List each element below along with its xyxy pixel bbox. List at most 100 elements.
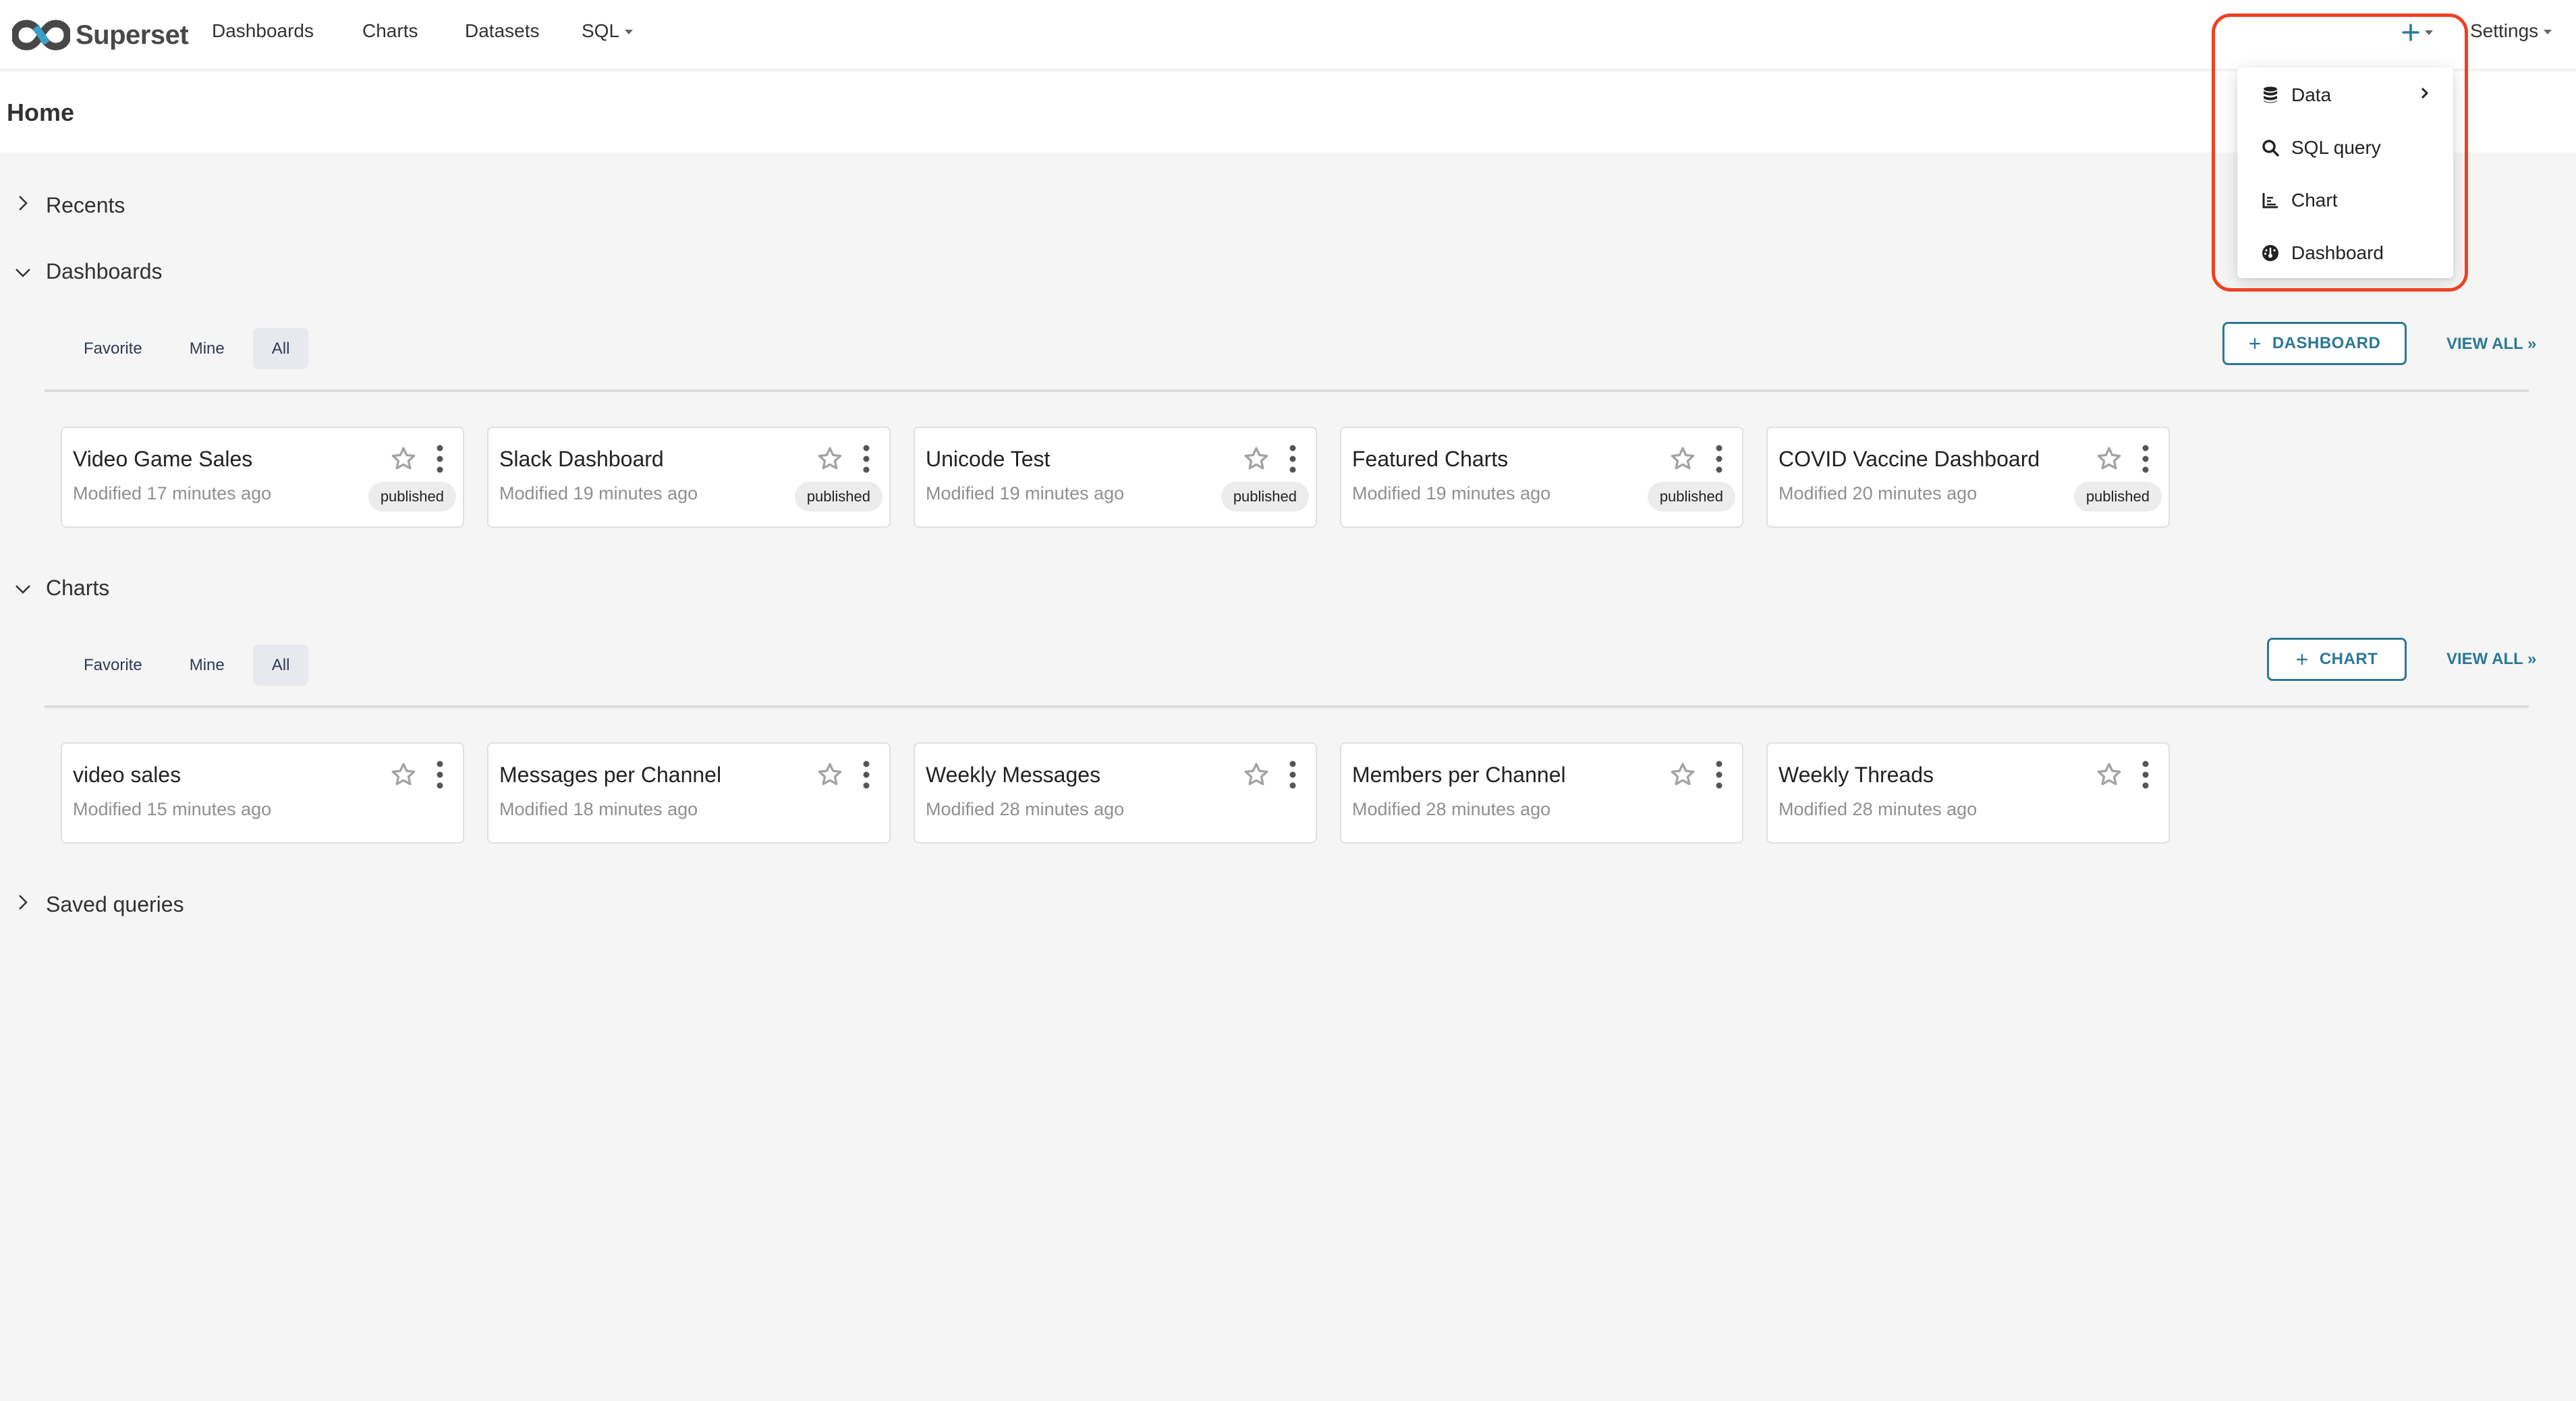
add-chart-button[interactable]: + CHART bbox=[2267, 638, 2407, 681]
card-modified-time: Modified 28 minutes ago bbox=[926, 799, 1125, 819]
nav-charts[interactable]: Charts bbox=[362, 20, 418, 42]
recents-label: Recents bbox=[46, 193, 125, 217]
dashboard-card[interactable]: Slack Dashboard Modified 19 minutes ago pu… bbox=[487, 427, 891, 528]
card-modified-time: Modified 15 minutes ago bbox=[73, 799, 272, 819]
menu-item-dashboard[interactable]: Dashboard bbox=[2237, 227, 2453, 279]
star-icon[interactable] bbox=[390, 761, 417, 788]
tab-mine[interactable]: Mine bbox=[171, 644, 244, 686]
tab-favorite[interactable]: Favorite bbox=[65, 328, 161, 369]
dashboards-section-header[interactable]: Dashboards bbox=[13, 259, 163, 284]
dashboards-divider bbox=[45, 389, 2529, 392]
card-modified-time: Modified 19 minutes ago bbox=[499, 483, 698, 503]
search-icon bbox=[2262, 139, 2279, 157]
more-vertical-icon[interactable] bbox=[1287, 443, 1298, 475]
more-vertical-icon[interactable] bbox=[435, 759, 445, 791]
chart-card[interactable]: Messages per Channel Modified 18 minutes … bbox=[487, 742, 891, 844]
chevron-down-icon bbox=[13, 578, 32, 599]
card-title[interactable]: COVID Vaccine Dashboard bbox=[1779, 447, 2040, 472]
more-vertical-icon[interactable] bbox=[2140, 759, 2151, 791]
settings-menu[interactable]: Settings bbox=[2470, 20, 2552, 42]
database-icon bbox=[2262, 86, 2279, 104]
dashboard-card[interactable]: Featured Charts Modified 19 minutes ago pu… bbox=[1340, 427, 1743, 528]
superset-logo[interactable]: Superset bbox=[12, 15, 189, 55]
status-badge: published bbox=[1647, 482, 1735, 512]
dashboard-card[interactable]: Unicode Test Modified 19 minutes ago publi… bbox=[914, 427, 1317, 528]
more-vertical-icon[interactable] bbox=[861, 759, 872, 791]
chevron-right-icon bbox=[13, 894, 32, 915]
chart-card[interactable]: video sales Modified 15 minutes ago bbox=[61, 742, 464, 844]
star-icon[interactable] bbox=[816, 445, 843, 472]
dashboards-label: Dashboards bbox=[46, 259, 163, 283]
caret-down-icon bbox=[2544, 30, 2552, 35]
more-vertical-icon[interactable] bbox=[1714, 759, 1725, 791]
card-title[interactable]: Messages per Channel bbox=[499, 763, 721, 788]
more-vertical-icon[interactable] bbox=[2140, 443, 2151, 475]
menu-item-data[interactable]: Data bbox=[2237, 69, 2453, 121]
dashboards-filter-tabs: Favorite Mine All bbox=[65, 328, 318, 369]
recents-section-header[interactable]: Recents bbox=[13, 193, 125, 218]
card-modified-time: Modified 18 minutes ago bbox=[499, 799, 698, 819]
add-dashboard-button[interactable]: + DASHBOARD bbox=[2222, 322, 2407, 365]
dashboard-card[interactable]: Video Game Sales Modified 17 minutes ago p… bbox=[61, 427, 464, 528]
dashboards-view-all-link[interactable]: VIEW ALL » bbox=[2446, 335, 2536, 354]
card-title[interactable]: Featured Charts bbox=[1352, 447, 1508, 472]
brand-name: Superset bbox=[76, 20, 189, 50]
charts-view-all-link[interactable]: VIEW ALL » bbox=[2446, 650, 2536, 669]
star-icon[interactable] bbox=[1243, 445, 1270, 472]
card-title[interactable]: Weekly Messages bbox=[926, 763, 1100, 788]
card-modified-time: Modified 19 minutes ago bbox=[1352, 483, 1551, 503]
page-title: Home bbox=[7, 99, 75, 126]
card-title[interactable]: video sales bbox=[73, 763, 181, 788]
nav-sql-menu[interactable]: SQL bbox=[582, 20, 634, 42]
chevron-right-icon bbox=[2421, 84, 2429, 105]
nav-sql-label: SQL bbox=[582, 20, 620, 41]
chart-card[interactable]: Members per Channel Modified 28 minutes a… bbox=[1340, 742, 1743, 844]
star-icon[interactable] bbox=[1669, 445, 1696, 472]
card-modified-time: Modified 17 minutes ago bbox=[73, 483, 272, 503]
charts-section-header[interactable]: Charts bbox=[13, 576, 109, 601]
card-modified-time: Modified 28 minutes ago bbox=[1779, 799, 1978, 819]
tab-mine[interactable]: Mine bbox=[171, 328, 244, 369]
nav-datasets[interactable]: Datasets bbox=[465, 20, 540, 42]
nav-dashboards[interactable]: Dashboards bbox=[212, 20, 314, 42]
saved-queries-section-header[interactable]: Saved queries bbox=[13, 892, 184, 917]
chevron-right-icon bbox=[13, 195, 32, 216]
tab-favorite[interactable]: Favorite bbox=[65, 644, 161, 686]
more-vertical-icon[interactable] bbox=[1714, 443, 1725, 475]
status-badge: published bbox=[794, 482, 883, 512]
star-icon[interactable] bbox=[816, 761, 843, 788]
star-icon[interactable] bbox=[2096, 445, 2123, 472]
menu-item-chart[interactable]: Chart bbox=[2237, 174, 2453, 227]
dashboard-card[interactable]: COVID Vaccine Dashboard Modified 20 minut… bbox=[1766, 427, 2170, 528]
new-item-button[interactable] bbox=[2402, 16, 2433, 46]
card-modified-time: Modified 28 minutes ago bbox=[1352, 799, 1551, 819]
chart-card[interactable]: Weekly Messages Modified 28 minutes ago bbox=[914, 742, 1317, 844]
dashboard-gauge-icon bbox=[2262, 244, 2279, 262]
more-vertical-icon[interactable] bbox=[435, 443, 445, 475]
tab-all[interactable]: All bbox=[252, 328, 309, 369]
menu-item-data-label: Data bbox=[2291, 84, 2332, 105]
card-title[interactable]: Weekly Threads bbox=[1779, 763, 1934, 788]
add-dashboard-label: DASHBOARD bbox=[2272, 334, 2381, 352]
menu-item-chart-label: Chart bbox=[2291, 190, 2338, 211]
card-title[interactable]: Unicode Test bbox=[926, 447, 1050, 472]
chevron-down-icon bbox=[13, 261, 32, 282]
tab-all[interactable]: All bbox=[252, 644, 309, 686]
plus-icon bbox=[2402, 24, 2419, 42]
star-icon[interactable] bbox=[2096, 761, 2123, 788]
card-modified-time: Modified 19 minutes ago bbox=[926, 483, 1125, 503]
star-icon[interactable] bbox=[1669, 761, 1696, 788]
card-title[interactable]: Video Game Sales bbox=[73, 447, 252, 472]
chart-card[interactable]: Weekly Threads Modified 28 minutes ago bbox=[1766, 742, 2170, 844]
more-vertical-icon[interactable] bbox=[861, 443, 872, 475]
more-vertical-icon[interactable] bbox=[1287, 759, 1298, 791]
charts-filter-tabs: Favorite Mine All bbox=[65, 644, 318, 686]
card-title[interactable]: Slack Dashboard bbox=[499, 447, 664, 472]
charts-label: Charts bbox=[46, 576, 110, 600]
menu-item-sql-query[interactable]: SQL query bbox=[2237, 121, 2453, 174]
star-icon[interactable] bbox=[1243, 761, 1270, 788]
star-icon[interactable] bbox=[390, 445, 417, 472]
caret-down-icon bbox=[625, 30, 634, 35]
top-navbar: Superset Dashboards Charts Datasets SQL … bbox=[0, 0, 2576, 70]
card-title[interactable]: Members per Channel bbox=[1352, 763, 1566, 788]
